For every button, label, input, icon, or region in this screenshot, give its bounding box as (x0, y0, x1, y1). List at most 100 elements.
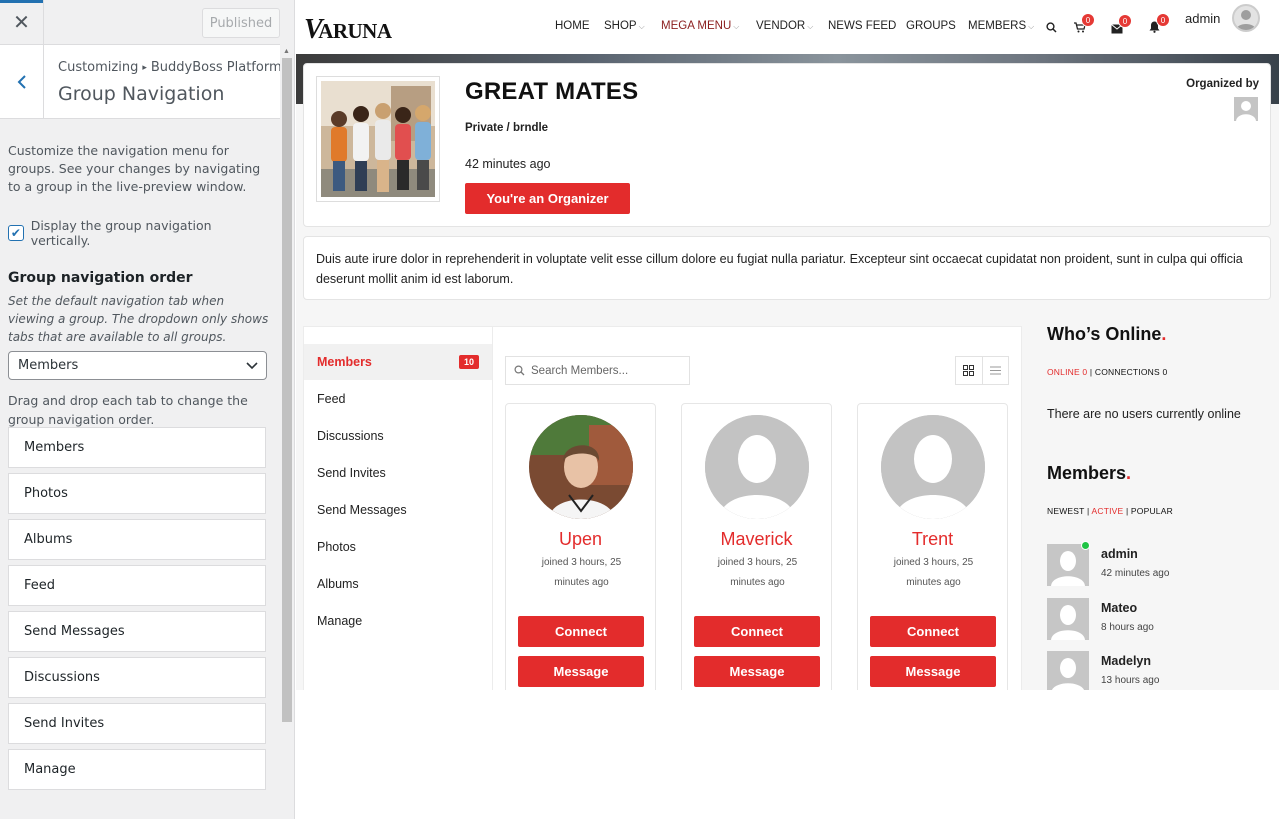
tab-newest[interactable]: NEWEST (1047, 506, 1084, 516)
sortable-tab-members[interactable]: Members (8, 427, 266, 468)
widget-member-name[interactable]: Mateo (1101, 601, 1137, 615)
online-status-dot (1081, 541, 1090, 550)
scrollbar-thumb[interactable] (282, 58, 292, 722)
nav-mega-menu[interactable]: MEGA MENU ⌵ (661, 20, 739, 32)
group-description: Duis aute irure dolor in reprehenderit i… (303, 236, 1271, 300)
vertical-nav-label: Display the group navigation vertically. (30, 218, 212, 248)
nav-groups[interactable]: GROUPS (906, 20, 956, 32)
member-card: Upen joined 3 hours, 25 minutes ago Conn… (505, 403, 656, 690)
section-description: Customize the navigation menu for groups… (8, 143, 261, 194)
organizer-avatar[interactable] (1234, 97, 1258, 121)
member-avatar[interactable] (529, 415, 633, 519)
nav-vendor[interactable]: VENDOR ⌵ (756, 20, 813, 32)
group-nav-send-invites[interactable]: Send Invites (304, 455, 493, 491)
order-help: Set the default navigation tab when view… (8, 294, 269, 344)
sortable-tab-photos[interactable]: Photos (8, 473, 266, 514)
sortable-tab-send-messages[interactable]: Send Messages (8, 611, 266, 652)
sortable-tab-albums[interactable]: Albums (8, 519, 266, 560)
member-name[interactable]: Trent (858, 529, 1007, 550)
widget-member-time: 42 minutes ago (1101, 568, 1170, 579)
chevron-down-icon: ⌵ (638, 22, 645, 31)
group-avatar[interactable] (316, 76, 440, 202)
online-tabs: ONLINE 0 | CONNECTIONS 0 (1047, 367, 1168, 377)
group-nav-members[interactable]: Members 10 (304, 344, 493, 380)
message-button[interactable]: Message (518, 656, 644, 687)
widget-member-row[interactable]: Mateo 8 hours ago (1047, 598, 1277, 640)
organized-by-label: Organized by (1186, 78, 1259, 90)
nav-home[interactable]: HOME (555, 20, 590, 32)
nav-news-feed[interactable]: NEWS FEED (828, 20, 896, 32)
group-name: GREAT MATES (465, 78, 639, 105)
widget-member-avatar[interactable] (1047, 651, 1089, 690)
member-avatar[interactable] (881, 415, 985, 519)
cart-count-badge: 0 (1081, 13, 1095, 27)
group-nav-albums[interactable]: Albums (304, 566, 493, 602)
user-name[interactable]: admin (1185, 11, 1220, 26)
order-title: Group navigation order (8, 270, 193, 286)
widget-member-time: 13 hours ago (1101, 675, 1160, 686)
group-nav-feed[interactable]: Feed (304, 381, 493, 417)
widget-member-name[interactable]: Madelyn (1101, 654, 1151, 668)
published-button[interactable]: Published (202, 8, 280, 38)
messages-icon[interactable]: 0 (1111, 14, 1132, 35)
member-avatar[interactable] (705, 415, 809, 519)
connect-button[interactable]: Connect (870, 616, 996, 647)
messages-count-badge: 0 (1118, 14, 1132, 28)
nav-members[interactable]: MEMBERS ⌵ (968, 20, 1034, 32)
close-icon[interactable]: ✕ (0, 0, 44, 44)
tab-connections[interactable]: CONNECTIONS 0 (1095, 367, 1168, 377)
tab-popular[interactable]: POPULAR (1131, 506, 1173, 516)
chevron-down-icon: ⌵ (1028, 22, 1035, 31)
back-chevron-icon[interactable] (0, 45, 44, 118)
member-joined: joined 3 hours, 25 minutes ago (541, 557, 622, 588)
sortable-tab-feed[interactable]: Feed (8, 565, 266, 606)
widget-member-row[interactable]: Madelyn 13 hours ago (1047, 651, 1277, 690)
grid-view-icon[interactable] (956, 357, 982, 384)
chevron-down-icon: ⌵ (733, 22, 740, 31)
sortable-tab-manage[interactable]: Manage (8, 749, 266, 790)
message-button[interactable]: Message (694, 656, 820, 687)
breadcrumb: Customizing ▸ BuddyBoss Platform (58, 60, 282, 75)
nav-vendor-label: VENDOR (756, 20, 806, 32)
online-empty-message: There are no users currently online (1047, 407, 1241, 421)
group-nav-send-messages[interactable]: Send Messages (304, 492, 493, 528)
widget-member-name[interactable]: admin (1101, 547, 1138, 561)
connect-button[interactable]: Connect (694, 616, 820, 647)
members-directory: Search Members... Upen joined 3 hours, 2… (492, 326, 1022, 690)
nav-mega-menu-label: MEGA MENU (661, 20, 732, 32)
organizer-button[interactable]: You're an Organizer (465, 183, 630, 214)
whos-online-title: Who’s Online. (1047, 324, 1166, 345)
group-nav-photos[interactable]: Photos (304, 529, 493, 565)
connect-button[interactable]: Connect (518, 616, 644, 647)
logo-text: ARUNA (318, 19, 392, 43)
sortable-tab-discussions[interactable]: Discussions (8, 657, 266, 698)
default-tab-select[interactable]: Members (8, 351, 267, 380)
user-avatar[interactable] (1232, 4, 1260, 32)
nav-shop[interactable]: SHOP ⌵ (604, 20, 645, 32)
member-search-input[interactable]: Search Members... (505, 356, 690, 385)
message-button[interactable]: Message (870, 656, 996, 687)
member-name[interactable]: Upen (506, 529, 655, 550)
member-name[interactable]: Maverick (682, 529, 831, 550)
site-logo[interactable]: VARUNA (304, 14, 392, 46)
tab-active[interactable]: ACTIVE (1091, 506, 1123, 516)
widget-member-time: 8 hours ago (1101, 622, 1154, 633)
search-icon[interactable] (1046, 20, 1060, 34)
bell-icon[interactable]: 0 (1149, 13, 1170, 34)
view-toggle (955, 356, 1009, 385)
vertical-nav-checkbox[interactable]: ✔ (8, 225, 24, 241)
group-nav-discussions[interactable]: Discussions (304, 418, 493, 454)
cart-icon[interactable]: 0 (1074, 13, 1095, 34)
tab-online[interactable]: ONLINE 0 (1047, 367, 1087, 377)
group-nav-manage[interactable]: Manage (304, 603, 493, 639)
list-view-icon[interactable] (981, 357, 1008, 384)
widget-member-row[interactable]: admin 42 minutes ago (1047, 541, 1277, 586)
vertical-nav-option[interactable]: ✔ Display the group navigation verticall… (8, 218, 270, 248)
sortable-tab-send-invites[interactable]: Send Invites (8, 703, 266, 744)
widget-member-avatar[interactable] (1047, 544, 1089, 586)
widget-member-avatar[interactable] (1047, 598, 1089, 640)
chevron-down-icon: ⌵ (807, 22, 814, 31)
scroll-up-arrow-icon[interactable]: ▲ (283, 48, 290, 55)
breadcrumb-parent: Customizing (58, 60, 139, 75)
group-last-active: 42 minutes ago (465, 157, 551, 171)
